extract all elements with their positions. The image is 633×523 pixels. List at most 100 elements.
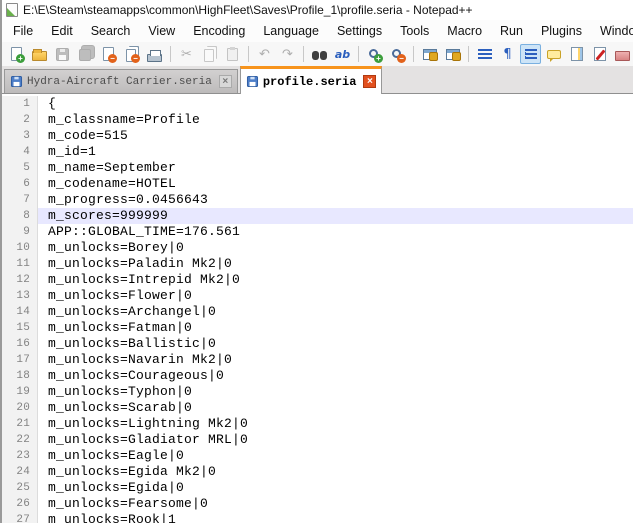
code-line[interactable]: 19m_unlocks=Typhon|0 [2,384,633,400]
menu-macro[interactable]: Macro [438,21,491,41]
find-button[interactable] [309,44,330,64]
line-number[interactable]: 22 [2,432,38,448]
close-button[interactable]: − [98,44,119,64]
code-line[interactable]: 14m_unlocks=Archangel|0 [2,304,633,320]
line-number[interactable]: 25 [2,480,38,496]
line-number[interactable]: 18 [2,368,38,384]
code-line[interactable]: 16m_unlocks=Ballistic|0 [2,336,633,352]
line-number[interactable]: 19 [2,384,38,400]
new-file-button[interactable]: + [6,44,27,64]
code-line[interactable]: 5m_name=September [2,160,633,176]
code-text[interactable]: m_unlocks=Scarab|0 [38,400,633,416]
editor-area[interactable]: 1{2m_classname=Profile3m_code=5154m_id=1… [2,94,633,523]
code-text[interactable]: m_progress=0.0456643 [38,192,633,208]
code-text[interactable]: m_scores=999999 [38,208,633,224]
code-text[interactable]: m_unlocks=Flower|0 [38,288,633,304]
code-text[interactable]: m_unlocks=Lightning Mk2|0 [38,416,633,432]
code-line[interactable]: 11m_unlocks=Paladin Mk2|0 [2,256,633,272]
menu-search[interactable]: Search [82,21,140,41]
print-button[interactable] [144,44,165,64]
line-number[interactable]: 10 [2,240,38,256]
sync-horizontal-scroll-button[interactable] [442,44,463,64]
menu-run[interactable]: Run [491,21,532,41]
code-text[interactable]: m_id=1 [38,144,633,160]
undo-button[interactable]: ↶ [254,44,275,64]
replace-button[interactable]: ab [332,44,353,64]
code-text[interactable]: m_code=515 [38,128,633,144]
code-line[interactable]: 24m_unlocks=Egida Mk2|0 [2,464,633,480]
line-number[interactable]: 4 [2,144,38,160]
line-number[interactable]: 21 [2,416,38,432]
save-button[interactable] [52,44,73,64]
code-line[interactable]: 25m_unlocks=Egida|0 [2,480,633,496]
zoom-in-button[interactable]: + [364,44,385,64]
code-line[interactable]: 27m_unlocks=Rook|1 [2,512,633,523]
line-number[interactable]: 16 [2,336,38,352]
code-text[interactable]: m_codename=HOTEL [38,176,633,192]
menu-settings[interactable]: Settings [328,21,391,41]
open-button[interactable] [29,44,50,64]
line-number[interactable]: 14 [2,304,38,320]
menu-plugins[interactable]: Plugins [532,21,591,41]
code-text[interactable]: APP::GLOBAL_TIME=176.561 [38,224,633,240]
menu-view[interactable]: View [139,21,184,41]
code-text[interactable]: { [38,96,633,112]
code-text[interactable]: m_unlocks=Gladiator MRL|0 [38,432,633,448]
line-number[interactable]: 8 [2,208,38,224]
function-list-button[interactable] [589,44,610,64]
line-number[interactable]: 2 [2,112,38,128]
line-number[interactable]: 15 [2,320,38,336]
code-line[interactable]: 1{ [2,96,633,112]
code-text[interactable]: m_classname=Profile [38,112,633,128]
code-text[interactable]: m_unlocks=Fearsome|0 [38,496,633,512]
code-text[interactable]: m_name=September [38,160,633,176]
line-number[interactable]: 11 [2,256,38,272]
copy-button[interactable] [199,44,220,64]
code-line[interactable]: 7m_progress=0.0456643 [2,192,633,208]
line-number[interactable]: 6 [2,176,38,192]
tab-close-icon[interactable]: × [219,75,232,88]
code-line[interactable]: 22m_unlocks=Gladiator MRL|0 [2,432,633,448]
cut-button[interactable]: ✂ [176,44,197,64]
code-text[interactable]: m_unlocks=Paladin Mk2|0 [38,256,633,272]
code-text[interactable]: m_unlocks=Typhon|0 [38,384,633,400]
code-text[interactable]: m_unlocks=Fatman|0 [38,320,633,336]
line-number[interactable]: 23 [2,448,38,464]
sync-vertical-scroll-button[interactable] [419,44,440,64]
code-line[interactable]: 26m_unlocks=Fearsome|0 [2,496,633,512]
code-text[interactable]: m_unlocks=Egida|0 [38,480,633,496]
line-number[interactable]: 1 [2,96,38,112]
line-number[interactable]: 7 [2,192,38,208]
code-line[interactable]: 23m_unlocks=Eagle|0 [2,448,633,464]
word-wrap-button[interactable] [474,44,495,64]
code-line[interactable]: 9APP::GLOBAL_TIME=176.561 [2,224,633,240]
code-line[interactable]: 21m_unlocks=Lightning Mk2|0 [2,416,633,432]
code-line[interactable]: 4m_id=1 [2,144,633,160]
menu-tools[interactable]: Tools [391,21,438,41]
code-line[interactable]: 13m_unlocks=Flower|0 [2,288,633,304]
zoom-out-button[interactable]: − [387,44,408,64]
line-number[interactable]: 24 [2,464,38,480]
tab-profile-seria[interactable]: profile.seria× [240,66,383,94]
code-line[interactable]: 2m_classname=Profile [2,112,633,128]
line-number[interactable]: 17 [2,352,38,368]
menu-window[interactable]: Window [591,21,633,41]
code-text[interactable]: m_unlocks=Ballistic|0 [38,336,633,352]
code-text[interactable]: m_unlocks=Eagle|0 [38,448,633,464]
line-number[interactable]: 12 [2,272,38,288]
tab-hydra-aircraft-carrier-seria[interactable]: Hydra-Aircraft Carrier.seria× [4,69,238,93]
line-number[interactable]: 20 [2,400,38,416]
line-number[interactable]: 13 [2,288,38,304]
line-number[interactable]: 9 [2,224,38,240]
code-line[interactable]: 6m_codename=HOTEL [2,176,633,192]
code-line[interactable]: 12m_unlocks=Intrepid Mk2|0 [2,272,633,288]
line-number[interactable]: 5 [2,160,38,176]
user-defined-dialog-button[interactable] [543,44,564,64]
code-text[interactable]: m_unlocks=Archangel|0 [38,304,633,320]
show-all-characters-button[interactable]: ¶ [497,44,518,64]
code-text[interactable]: m_unlocks=Intrepid Mk2|0 [38,272,633,288]
menu-encoding[interactable]: Encoding [184,21,254,41]
code-line[interactable]: 10m_unlocks=Borey|0 [2,240,633,256]
document-map-button[interactable] [566,44,587,64]
tab-close-icon[interactable]: × [363,75,376,88]
